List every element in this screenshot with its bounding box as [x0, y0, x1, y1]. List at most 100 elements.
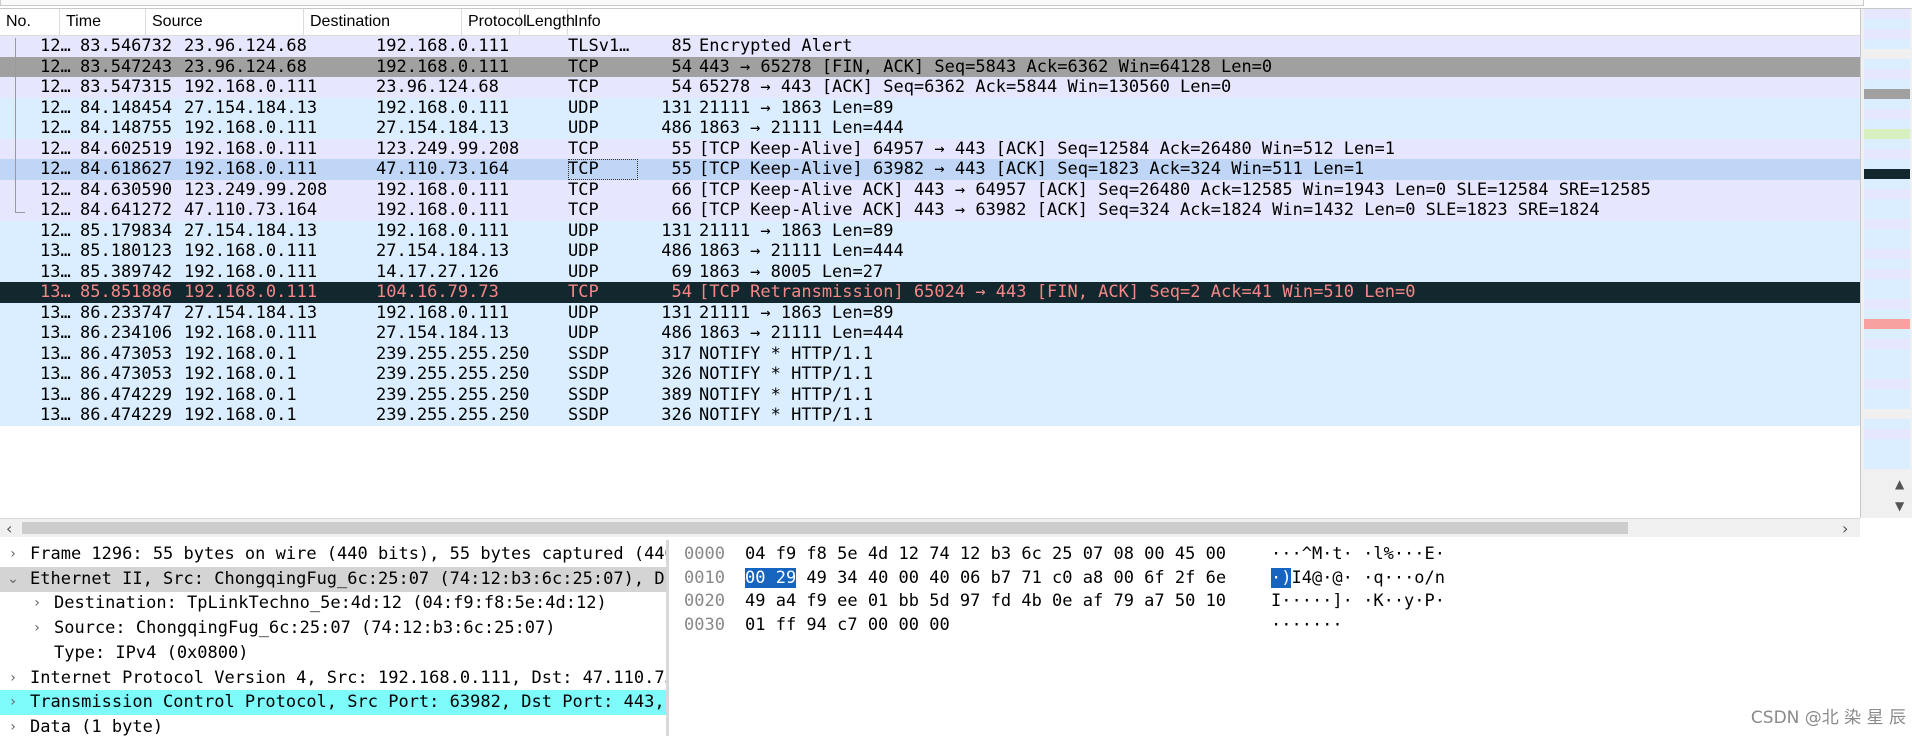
- packet-info-cell: NOTIFY * HTTP/1.1: [699, 405, 873, 425]
- packet-row[interactable]: 13… 86.474229 192.168.0.1 239.255.255.250 SS…: [0, 405, 1860, 426]
- packet-row[interactable]: 13… 85.851886 192.168.0.111 104.16.79.73 TCP…: [0, 282, 1860, 303]
- column-time[interactable]: Time: [60, 9, 146, 35]
- minimap-stripe: [1864, 39, 1910, 49]
- packet-row[interactable]: 13… 85.389742 192.168.0.111 14.17.27.126 UDP…: [0, 261, 1860, 282]
- collapse-chevron-icon[interactable]: ⌄: [6, 567, 20, 592]
- packet-no-cell: 13…: [40, 282, 71, 302]
- packet-bytes-pane[interactable]: 0000 04 f9 f8 5e 4d 12 74 12 b3 6c 25 07 …: [670, 540, 1912, 736]
- hscroll-thumb[interactable]: [22, 522, 1628, 534]
- packet-row[interactable]: 12… 83.547315 192.168.0.111 23.96.124.68 TCP…: [0, 77, 1860, 98]
- column-info[interactable]: Info: [568, 9, 1860, 35]
- detail-tree-text: Frame 1296: 55 bytes on wire (440 bits),…: [30, 544, 666, 564]
- detail-tree-item[interactable]: › Source: ChongqingFug_6c:25:07 (74:12:b3…: [0, 616, 666, 641]
- ascii-bytes[interactable]: ···^M·t· ·l%···E·: [1271, 543, 1445, 566]
- packet-details-pane[interactable]: › Frame 1296: 55 bytes on wire (440 bits)…: [0, 540, 669, 736]
- scroll-right-arrow[interactable]: ›: [1842, 519, 1848, 538]
- packet-protocol-cell: UDP: [568, 302, 599, 323]
- packet-source-cell: 192.168.0.111: [184, 77, 318, 97]
- hex-bytes[interactable]: 01 ff 94 c7 00 00 00: [745, 614, 950, 637]
- detail-tree-item[interactable]: Type: IPv4 (0x0800): [0, 641, 666, 666]
- packet-row[interactable]: 13… 86.233747 27.154.184.13 192.168.0.111 UD…: [0, 302, 1860, 323]
- column-destination[interactable]: Destination: [304, 9, 462, 35]
- packet-destination-cell: 192.168.0.111: [376, 56, 510, 77]
- column-protocol[interactable]: Protocol: [462, 9, 527, 35]
- packet-protocol-cell: TCP: [568, 200, 599, 220]
- detail-tree-text: Transmission Control Protocol, Src Port:…: [30, 692, 666, 713]
- packet-row[interactable]: 13… 86.473053 192.168.0.1 239.255.255.250 SS…: [0, 364, 1860, 385]
- detail-tree-item[interactable]: › Transmission Control Protocol, Src Port…: [0, 690, 666, 716]
- hex-bytes[interactable]: 00 29 49 34 40 00 40 06 b7 71 c0 a8 00 6…: [745, 567, 1226, 590]
- packet-destination-cell: 192.168.0.111: [376, 179, 510, 200]
- minimap-stripe: [1864, 439, 1910, 449]
- packet-length-cell: 66: [671, 200, 692, 220]
- ascii-selected-bytes[interactable]: ·): [1271, 567, 1292, 588]
- packet-no-cell: 13…: [40, 323, 71, 343]
- packet-info-cell: 21111 → 1863 Len=89: [699, 302, 894, 323]
- packet-info-cell: 65278 → 443 [ACK] Seq=6362 Ack=5844 Win=…: [699, 77, 1232, 97]
- hex-bytes[interactable]: 49 a4 f9 ee 01 bb 5d 97 fd 4b 0e af 79 a…: [745, 590, 1226, 613]
- packet-length-cell: 54: [671, 56, 692, 77]
- expand-chevron-icon[interactable]: ›: [30, 616, 44, 641]
- packet-source-cell: 192.168.0.111: [184, 159, 318, 179]
- packet-row[interactable]: 12… 83.546732 23.96.124.68 192.168.0.111 TLS…: [0, 36, 1860, 57]
- minimap-stripe: [1864, 149, 1910, 159]
- packet-row[interactable]: 12… 84.602519 192.168.0.111 123.249.99.208 T…: [0, 138, 1860, 159]
- detail-tree-item[interactable]: ⌄ Ethernet II, Src: ChongqingFug_6c:25:07…: [0, 566, 666, 592]
- packet-time-cell: 83.546732: [80, 36, 173, 56]
- packet-minimap[interactable]: [1864, 9, 1910, 518]
- detail-tree-item[interactable]: › Frame 1296: 55 bytes on wire (440 bits)…: [0, 542, 666, 567]
- packet-row[interactable]: 12… 83.547243 23.96.124.68 192.168.0.111 TCP…: [0, 56, 1860, 77]
- packet-length-cell: 317: [661, 343, 692, 364]
- minimap-stripe: [1864, 369, 1910, 379]
- column-length[interactable]: Length: [520, 9, 575, 35]
- packet-row[interactable]: 12… 84.630590 123.249.99.208 192.168.0.111 T…: [0, 179, 1860, 200]
- packet-row[interactable]: 12… 84.148454 27.154.184.13 192.168.0.111 UD…: [0, 97, 1860, 118]
- packet-row[interactable]: 13… 85.180123 192.168.0.111 27.154.184.13 UD…: [0, 241, 1860, 262]
- packet-destination-cell: 14.17.27.126: [376, 261, 499, 282]
- packet-source-cell: 123.249.99.208: [184, 179, 328, 200]
- packet-row[interactable]: 12… 84.618627 192.168.0.111 47.110.73.164 TC…: [0, 159, 1860, 180]
- packet-row[interactable]: 12… 84.641272 47.110.73.164 192.168.0.111 TC…: [0, 200, 1860, 221]
- expand-chevron-icon[interactable]: ›: [6, 666, 20, 691]
- packet-row[interactable]: 13… 86.234106 192.168.0.111 27.154.184.13 UD…: [0, 323, 1860, 344]
- packet-length-cell: 54: [671, 282, 692, 302]
- packet-list[interactable]: No. Time Source Destination Protocol Len…: [0, 9, 1860, 518]
- hex-selected-bytes[interactable]: 00 29: [745, 567, 797, 588]
- expand-chevron-icon[interactable]: ›: [6, 715, 20, 736]
- scroll-down-arrow[interactable]: ▼: [1895, 499, 1904, 513]
- expand-chevron-icon[interactable]: ›: [6, 542, 20, 567]
- expand-chevron-icon[interactable]: ›: [30, 591, 44, 616]
- ascii-bytes[interactable]: I·····]· ·K··y·P·: [1271, 590, 1445, 613]
- packet-list-hscrollbar[interactable]: ‹ ›: [0, 518, 1860, 538]
- packet-protocol-cell: SSDP: [568, 343, 609, 364]
- ascii-bytes[interactable]: ·)I4@·@· ·q···o/n: [1271, 567, 1445, 590]
- scroll-left-arrow[interactable]: ‹: [6, 519, 12, 538]
- packet-no-cell: 13…: [40, 261, 71, 282]
- packet-row[interactable]: 12… 85.179834 27.154.184.13 192.168.0.111 UD…: [0, 220, 1860, 241]
- packet-row[interactable]: 13… 86.473053 192.168.0.1 239.255.255.250 SS…: [0, 343, 1860, 364]
- minimap-stripe: [1864, 29, 1910, 39]
- expand-chevron-icon[interactable]: ›: [6, 690, 20, 715]
- column-no[interactable]: No.: [0, 9, 60, 35]
- packet-row[interactable]: 13… 86.474229 192.168.0.1 239.255.255.250 SS…: [0, 384, 1860, 405]
- packet-time-cell: 83.547243: [80, 56, 173, 77]
- hex-bytes[interactable]: 04 f9 f8 5e 4d 12 74 12 b3 6c 25 07 08 0…: [745, 543, 1226, 566]
- minimap-stripe: [1864, 309, 1910, 319]
- minimap-stripe: [1864, 129, 1910, 139]
- packet-row[interactable]: 12… 84.148755 192.168.0.111 27.154.184.13 UD…: [0, 118, 1860, 139]
- packet-length-cell: 55: [671, 138, 692, 159]
- ascii-bytes[interactable]: ·······: [1271, 614, 1343, 637]
- detail-tree-item[interactable]: › Internet Protocol Version 4, Src: 192.1…: [0, 666, 666, 691]
- scroll-up-arrow[interactable]: ▲: [1895, 477, 1904, 491]
- packet-length-cell: 326: [661, 364, 692, 384]
- packet-no-cell: 12…: [40, 118, 71, 138]
- packet-protocol-cell: SSDP: [568, 405, 609, 425]
- column-source[interactable]: Source: [146, 9, 304, 35]
- packet-time-cell: 85.389742: [80, 261, 173, 282]
- packet-no-cell: 12…: [40, 159, 71, 179]
- detail-tree-item[interactable]: › Data (1 byte): [0, 715, 666, 736]
- packet-list-scrollbar[interactable]: ▲ ▼: [1860, 9, 1912, 518]
- packet-length-cell: 131: [661, 97, 692, 118]
- detail-tree-item[interactable]: › Destination: TpLinkTechno_5e:4d:12 (04:…: [0, 591, 666, 616]
- packet-protocol-cell: TCP: [568, 77, 599, 97]
